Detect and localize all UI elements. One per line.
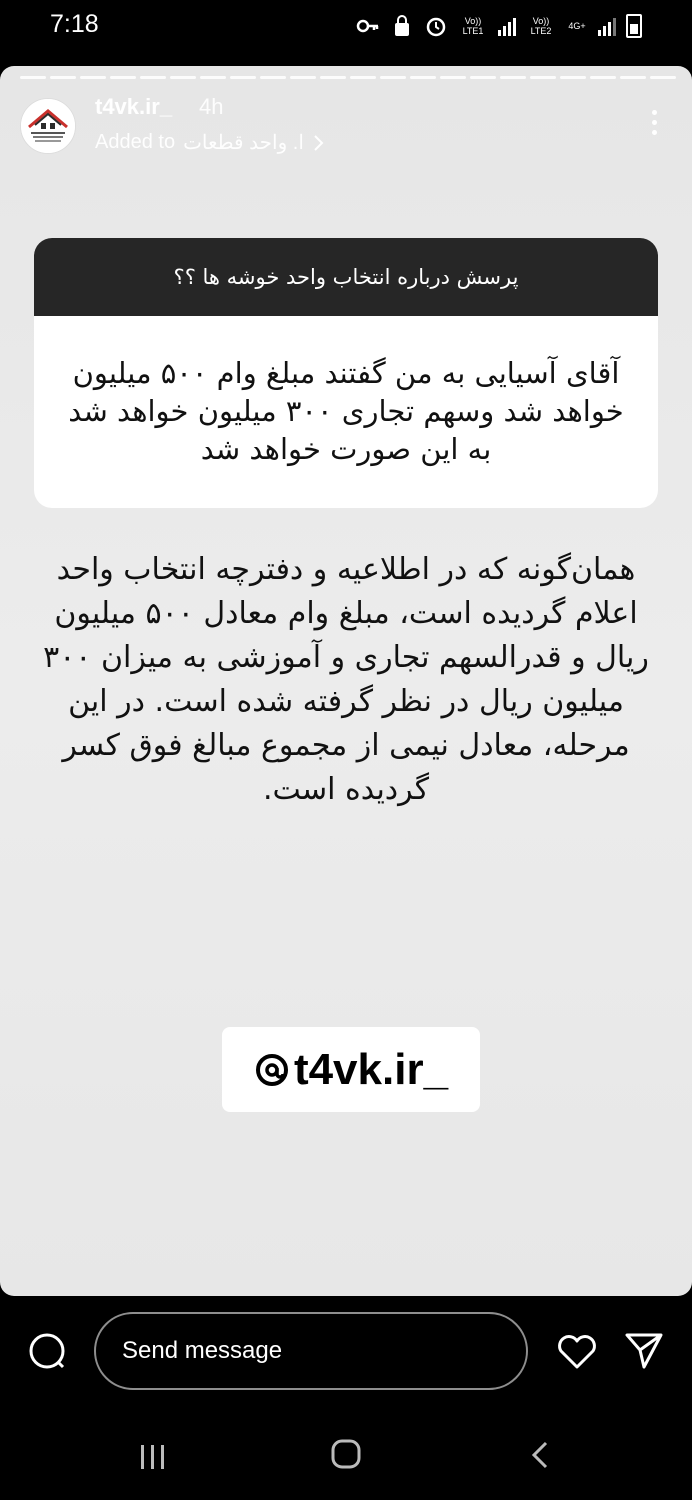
send-icon[interactable] [624, 1332, 664, 1370]
added-to-highlight[interactable]: Added to ا. واحد قطعات [95, 130, 324, 155]
story-view[interactable]: t4vk.ir_ 4h Added to ا. واحد قطعات پرسش … [0, 66, 692, 1296]
signal-bars-icon [498, 16, 516, 36]
sim1-indicator: Vo)) LTE1 [462, 16, 484, 36]
mention-username: t4vk.ir_ [293, 1044, 449, 1094]
more-options-icon[interactable] [652, 110, 658, 140]
heart-icon[interactable] [556, 1332, 598, 1370]
avatar[interactable] [20, 98, 76, 154]
chevron-right-icon [314, 134, 324, 151]
threads-at-icon [255, 1053, 288, 1086]
story-progress-bar [20, 76, 676, 79]
lock-upload-icon [395, 15, 409, 36]
sim2-indicator: Vo)) LTE2 [530, 16, 552, 36]
highlight-name: ا. واحد قطعات [183, 132, 304, 154]
question-body: آقای آسیایی به من گفتند مبلغ وام ۵۰۰ میل… [68, 356, 624, 466]
company-logo-icon [21, 99, 75, 153]
key-icon [356, 19, 379, 33]
signal-bars-2-icon [598, 16, 616, 36]
status-bar: 7:18 Vo)) LTE1 Vo)) LTE2 4G+ [0, 0, 692, 56]
battery-icon [626, 14, 642, 38]
added-to-label: Added to [95, 131, 176, 153]
status-time: 7:18 [50, 10, 99, 38]
back-icon[interactable] [530, 1440, 550, 1470]
mention-sticker[interactable]: t4vk.ir_ [222, 1027, 480, 1112]
system-nav-bar [0, 1420, 692, 1500]
story-reply-bar: Send message [0, 1296, 692, 1500]
story-username[interactable]: t4vk.ir_ [95, 94, 172, 120]
answer-text: همان‌گونه که در اطلاعیه و دفترچه انتخاب … [43, 552, 649, 807]
home-icon[interactable] [330, 1438, 362, 1470]
send-message-input[interactable]: Send message [94, 1312, 528, 1390]
alarm-icon [426, 17, 446, 37]
network-type: 4G+ [568, 21, 586, 31]
question-title: پرسش درباره انتخاب واحد خوشه ها ؟؟ [34, 238, 658, 316]
recent-apps-icon[interactable] [138, 1442, 168, 1472]
question-sticker: پرسش درباره انتخاب واحد خوشه ها ؟؟ آقای … [34, 238, 658, 508]
comment-icon[interactable] [28, 1332, 66, 1370]
status-icons: Vo)) LTE1 Vo)) LTE2 4G+ [356, 14, 642, 38]
story-time: 4h [199, 94, 224, 119]
